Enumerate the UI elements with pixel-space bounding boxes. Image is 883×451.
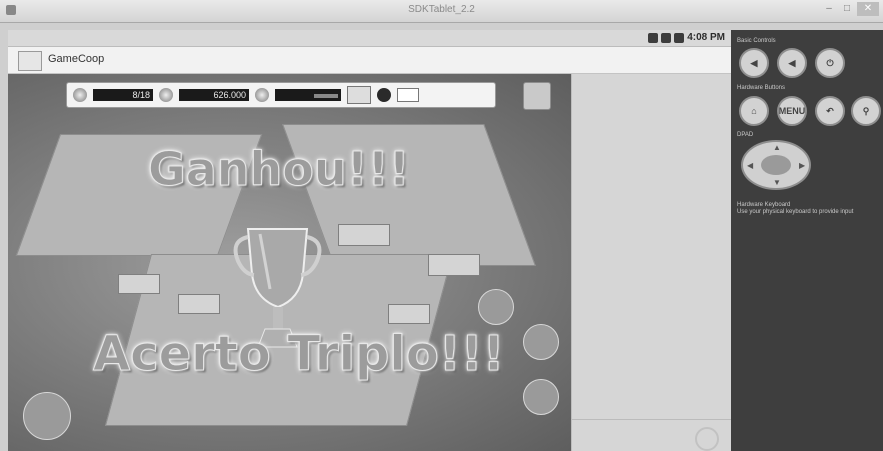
- minimize-button[interactable]: –: [821, 2, 837, 16]
- hw-menu-button[interactable]: MENU: [777, 96, 807, 126]
- volume-down-icon[interactable]: ◀: [739, 48, 769, 78]
- money-display: 626.000: [179, 89, 249, 101]
- window-controls: – □ ✕: [821, 2, 879, 16]
- battery-icon: [674, 32, 685, 43]
- office-desk: [178, 294, 220, 314]
- basic-controls-label: Basic Controls: [737, 38, 776, 44]
- app-title-bar: GameCoop: [8, 47, 731, 74]
- hardware-keyboard-label: Hardware Keyboard: [737, 202, 791, 208]
- dpad-label: DPAD: [737, 132, 754, 138]
- office-desk: [428, 254, 480, 276]
- clock-icon[interactable]: [377, 88, 391, 102]
- game-action-button[interactable]: [523, 379, 559, 415]
- close-button[interactable]: ✕: [857, 2, 879, 16]
- hardware-buttons-label: Hardware Buttons: [737, 85, 786, 91]
- progress-bar: [275, 89, 341, 101]
- employee-counter: 8/18: [93, 89, 153, 101]
- hardware-keyboard-hint: Use your physical keyboard to provide in…: [737, 209, 854, 215]
- coin-icon: [159, 88, 173, 102]
- building-icon[interactable]: [347, 86, 371, 104]
- game-action-button[interactable]: [523, 324, 559, 360]
- app-name: GameCoop: [48, 53, 105, 65]
- game-view[interactable]: 8/18 626.000 Ganhou!!! Acerto Triplo!!!: [8, 74, 571, 451]
- maximize-button[interactable]: □: [839, 2, 855, 16]
- volume-up-icon[interactable]: ◀: [777, 48, 807, 78]
- game-action-button[interactable]: [478, 289, 514, 325]
- dpad-right-icon[interactable]: ▶: [799, 161, 805, 170]
- circle-button[interactable]: [695, 427, 719, 451]
- office-desk: [388, 304, 430, 324]
- menu-button[interactable]: [523, 82, 551, 110]
- usb-icon: [648, 32, 659, 43]
- divider: [572, 419, 731, 420]
- home-icon[interactable]: ⌂: [739, 96, 769, 126]
- energy-icon: [255, 88, 269, 102]
- status-bar: 4:08 PM: [8, 30, 731, 47]
- dpad-down-icon[interactable]: ▼: [773, 178, 781, 187]
- office-desk: [118, 274, 160, 294]
- game-hud: 8/18 626.000: [66, 82, 496, 108]
- window-title: SDKTablet_2.2: [408, 4, 475, 15]
- dpad-left-icon[interactable]: ◀: [747, 161, 753, 170]
- office-desk: [338, 224, 390, 246]
- mail-icon[interactable]: [397, 88, 419, 102]
- status-clock: 4:08 PM: [687, 32, 725, 43]
- dpad[interactable]: ▲ ▼ ◀ ▶: [741, 140, 811, 190]
- window-titlebar: SDKTablet_2.2 – □ ✕: [0, 0, 883, 23]
- signal-icon: [661, 32, 672, 43]
- power-icon[interactable]: ⏻: [815, 48, 845, 78]
- employee-icon: [73, 88, 87, 102]
- dpad-center-button[interactable]: [761, 155, 791, 175]
- search-icon[interactable]: ⚲: [851, 96, 881, 126]
- win-title: Ganhou!!!: [148, 142, 411, 197]
- win-subtitle: Acerto Triplo!!!: [93, 326, 506, 383]
- hardware-keyboard-info: Hardware Keyboard Use your physical keyb…: [737, 202, 877, 216]
- app-logo: [18, 51, 42, 71]
- emulator-controls: Basic Controls ◀ ◀ ⏻ Hardware Buttons ⌂ …: [731, 30, 883, 451]
- game-action-button[interactable]: [23, 392, 71, 440]
- back-icon[interactable]: ↶: [815, 96, 845, 126]
- dpad-up-icon[interactable]: ▲: [773, 143, 781, 152]
- right-panel: [571, 74, 731, 451]
- emulator-screen: 4:08 PM GameCoop 8/18 626.000 Ganhou!!! …: [8, 30, 731, 451]
